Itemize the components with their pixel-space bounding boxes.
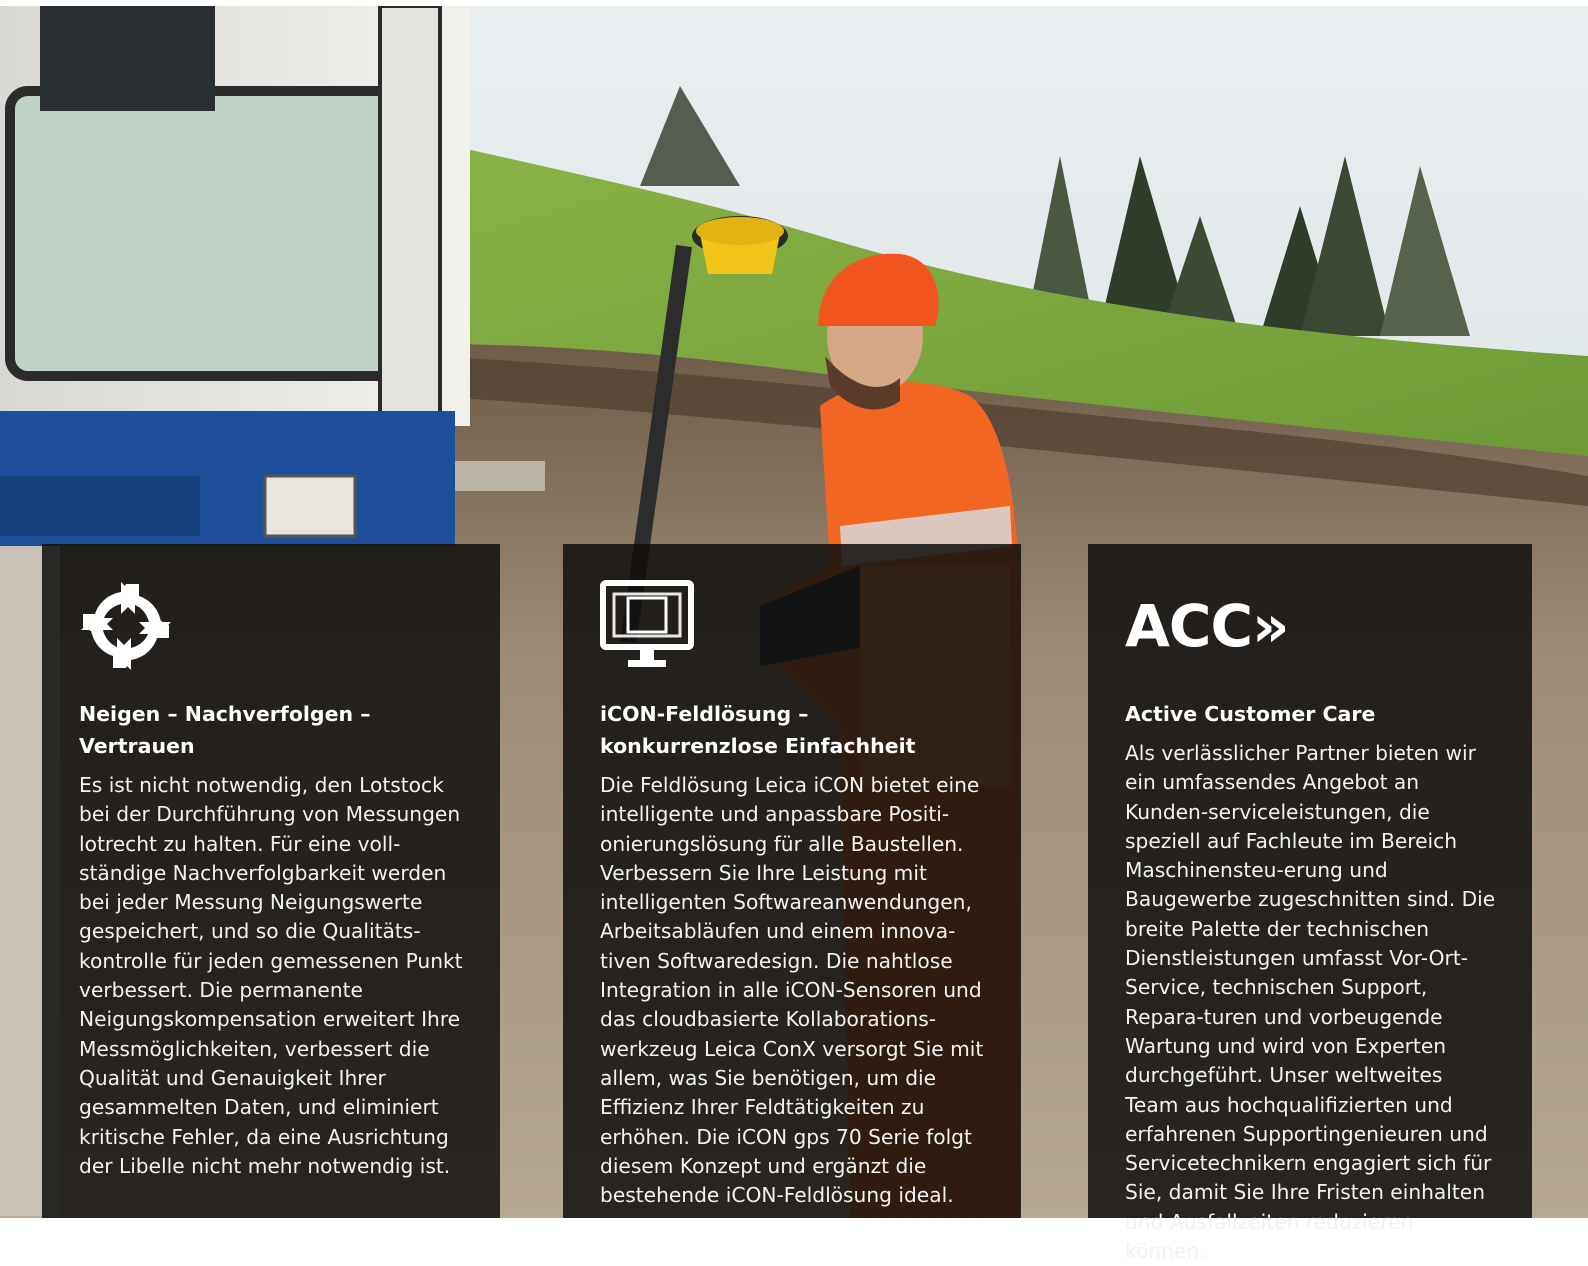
card-body: Es ist nicht notwendig, den Lotstock bei… bbox=[79, 773, 463, 1178]
card-title: iCON-Feldlösung – konkurrenzlose Einfach… bbox=[600, 702, 916, 758]
card-title: Active Customer Care bbox=[1125, 702, 1376, 726]
rotating-arrows-icon bbox=[81, 582, 171, 670]
feature-card-acc: ACC» Active Customer Care Als verlässlic… bbox=[1088, 544, 1532, 1263]
card-body: Die Feldlösung Leica iCON bietet eine in… bbox=[600, 773, 984, 1208]
monitor-icon bbox=[600, 580, 694, 667]
acc-logo: ACC» bbox=[1125, 592, 1290, 660]
feature-card-icon-field: iCON-Feldlösung – konkurrenzlose Einfach… bbox=[563, 544, 1021, 1218]
card-title: Neigen – Nachverfolgen – Vertrauen bbox=[79, 702, 371, 758]
card-body: Als verlässlicher Partner bieten wir ein… bbox=[1125, 741, 1496, 1264]
feature-card-tilt: Neigen – Nachverfolgen – Vertrauen Es is… bbox=[42, 544, 500, 1218]
